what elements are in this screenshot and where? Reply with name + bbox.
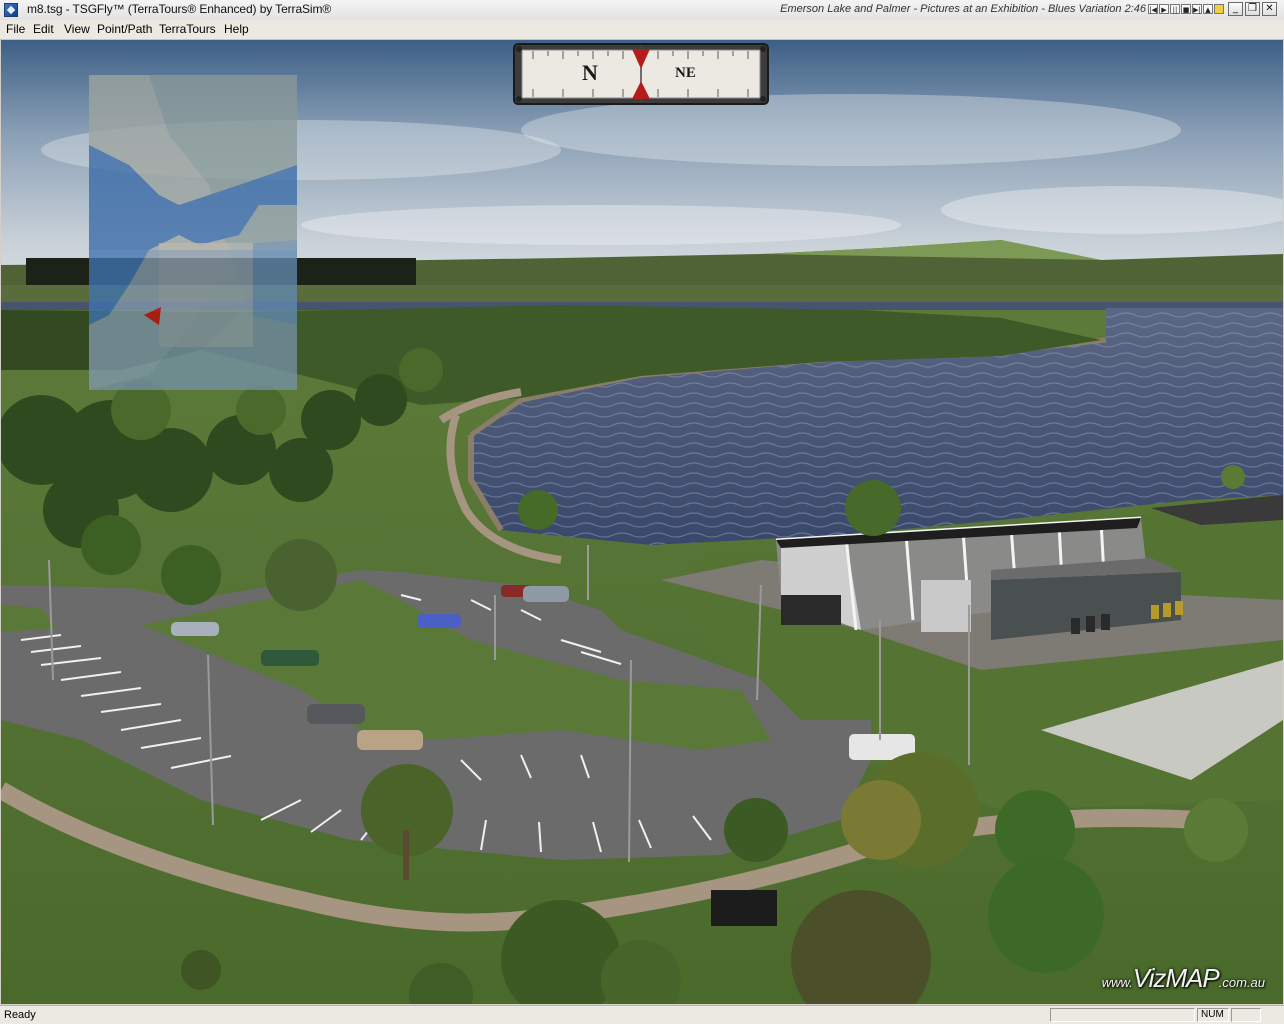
next-track-button[interactable]: ▶| — [1192, 4, 1202, 14]
app-icon[interactable] — [4, 3, 18, 17]
3d-viewport[interactable]: N NE www.VizMAP.com.au — [1, 40, 1283, 1004]
stop-button[interactable]: ■ — [1181, 4, 1191, 14]
compass-frame — [513, 43, 769, 105]
play-button[interactable]: ▶ — [1159, 4, 1169, 14]
menu-point-path[interactable]: Point/Path — [97, 22, 152, 36]
restore-button[interactable]: ❐ — [1245, 2, 1260, 16]
menu-help[interactable]: Help — [224, 22, 249, 36]
compass-northeast-label: NE — [675, 65, 696, 81]
compass-widget: N NE — [513, 43, 769, 105]
menu-file[interactable]: File — [6, 22, 25, 36]
window-controls: _ ❐ ✕ — [1228, 2, 1277, 16]
window-title: m8.tsg - TSGFly™ (TerraTours® Enhanced) … — [27, 2, 332, 16]
vizmap-logo: www.VizMAP.com.au — [1101, 963, 1265, 993]
application-window: m8.tsg - TSGFly™ (TerraTours® Enhanced) … — [0, 0, 1284, 1024]
num-lock-indicator: NUM — [1197, 1008, 1229, 1022]
menu-terratours[interactable]: TerraTours — [159, 22, 216, 36]
media-controls: |◀ ▶ || ■ ▶| ▲ — [1148, 4, 1224, 14]
close-button[interactable]: ✕ — [1262, 2, 1277, 16]
menu-edit[interactable]: Edit — [33, 22, 54, 36]
title-bar[interactable]: m8.tsg - TSGFly™ (TerraTours® Enhanced) … — [0, 0, 1284, 21]
lock-icon[interactable] — [1214, 4, 1224, 14]
eject-button[interactable]: ▲ — [1203, 4, 1213, 14]
previous-track-button[interactable]: |◀ — [1148, 4, 1158, 14]
pause-button[interactable]: || — [1170, 4, 1180, 14]
now-playing-text: Emerson Lake and Palmer - Pictures at an… — [780, 3, 1146, 15]
minimize-button[interactable]: _ — [1228, 2, 1243, 16]
menu-view[interactable]: View — [64, 22, 90, 36]
status-panel-scroll — [1231, 1008, 1261, 1022]
status-panel-blank — [1050, 1008, 1195, 1022]
overview-map[interactable] — [89, 75, 297, 390]
menu-bar: File Edit View Point/Path TerraTours Hel… — [0, 20, 1284, 40]
status-bar: Ready NUM — [0, 1005, 1284, 1024]
resize-grip-icon[interactable] — [1263, 1008, 1282, 1022]
status-text: Ready — [4, 1009, 36, 1021]
compass-north-label: N — [582, 60, 598, 85]
